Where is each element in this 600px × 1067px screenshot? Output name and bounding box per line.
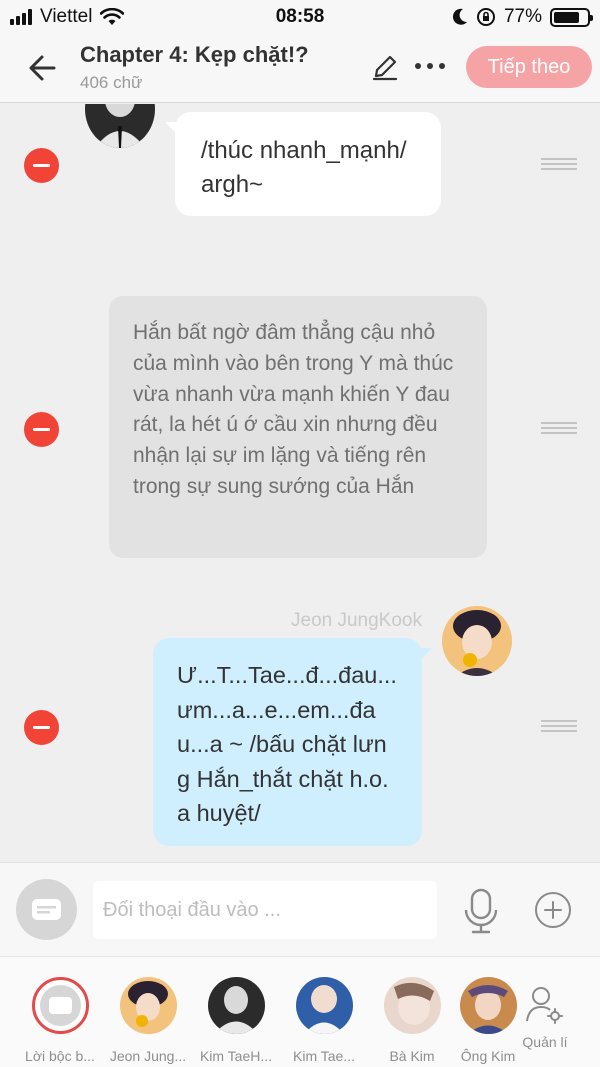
remove-message-button[interactable] (24, 412, 59, 447)
narrator-avatar (31, 977, 89, 1034)
back-arrow-icon[interactable] (24, 50, 64, 86)
avatar (207, 977, 265, 1034)
drag-handle-icon[interactable] (541, 720, 577, 732)
character-name: Kim TaeH... (199, 1048, 273, 1064)
character-kim-taehyung-1[interactable]: Kim TaeH... (193, 977, 279, 1064)
add-icon[interactable] (534, 891, 572, 929)
chat-bubble-icon (48, 997, 72, 1014)
status-bar: Viettel 08:58 77% (0, 0, 600, 36)
moon-icon (452, 8, 467, 25)
character-name: Jeon Jung... (109, 1048, 187, 1064)
dialogue-input[interactable] (93, 881, 437, 939)
message-bubble[interactable]: Ư...T...Tae...đ...đau...ưm...a...e...em.… (153, 638, 432, 846)
avatar (119, 977, 177, 1034)
drag-handle-icon[interactable] (541, 158, 577, 170)
character-avatar[interactable] (85, 104, 155, 148)
character-jeon-jungkook[interactable]: Jeon Jung... (105, 977, 191, 1064)
next-button[interactable]: Tiếp theo (466, 46, 592, 88)
character-name: Lời bộc b... (25, 1048, 95, 1064)
character-bar: Lời bộc b... Jeon Jung... Kim TaeH... Ki… (0, 956, 600, 1067)
dialog-type-button[interactable] (16, 879, 77, 940)
battery-icon (550, 7, 593, 27)
message-bubble[interactable]: /thúc nhanh_mạnh/ argh~ (165, 112, 441, 216)
input-bar (0, 862, 600, 956)
speaker-name: Jeon JungKook (291, 610, 422, 631)
character-kim-taehyung-2[interactable]: Kim Tae... (281, 977, 367, 1064)
chapter-header: Chapter 4: Kẹp chặt!? 406 chữ Tiếp theo (0, 36, 600, 103)
more-options-button[interactable] (415, 56, 451, 76)
character-narrator[interactable]: Lời bộc b... (17, 977, 103, 1064)
manage-characters-button[interactable]: Quản lí (520, 985, 570, 1050)
message-row: /thúc nhanh_mạnh/ argh~ (0, 104, 600, 244)
orientation-lock-icon (476, 8, 495, 26)
character-ong-kim[interactable]: Ông Kim (455, 977, 521, 1064)
chat-bubble-icon (32, 899, 61, 920)
chapter-title: Chapter 4: Kẹp chặt!? (80, 42, 309, 67)
narration-bubble[interactable]: Hắn bất ngờ đâm thẳng cậu nhỏ của mình v… (109, 296, 487, 558)
drag-handle-icon[interactable] (541, 422, 577, 434)
character-name: Ông Kim (460, 1048, 516, 1064)
avatar (383, 977, 441, 1034)
character-name: Kim Tae... (293, 1048, 355, 1064)
remove-message-button[interactable] (24, 148, 59, 183)
microphone-icon[interactable] (463, 888, 499, 934)
character-name: Bà Kim (389, 1048, 435, 1064)
manage-label: Quản lí (522, 1034, 568, 1050)
character-ba-kim[interactable]: Bà Kim (369, 977, 455, 1064)
chat-area[interactable]: /thúc nhanh_mạnh/ argh~ Hắn bất ngờ đâm … (0, 104, 600, 862)
avatar (295, 977, 353, 1034)
battery-percent: 77% (503, 6, 542, 27)
avatar (459, 977, 517, 1034)
word-count: 406 chữ (80, 73, 143, 92)
user-settings-icon (526, 987, 563, 1024)
character-avatar[interactable] (442, 606, 512, 676)
remove-message-button[interactable] (24, 710, 59, 745)
pencil-icon[interactable] (370, 52, 400, 82)
